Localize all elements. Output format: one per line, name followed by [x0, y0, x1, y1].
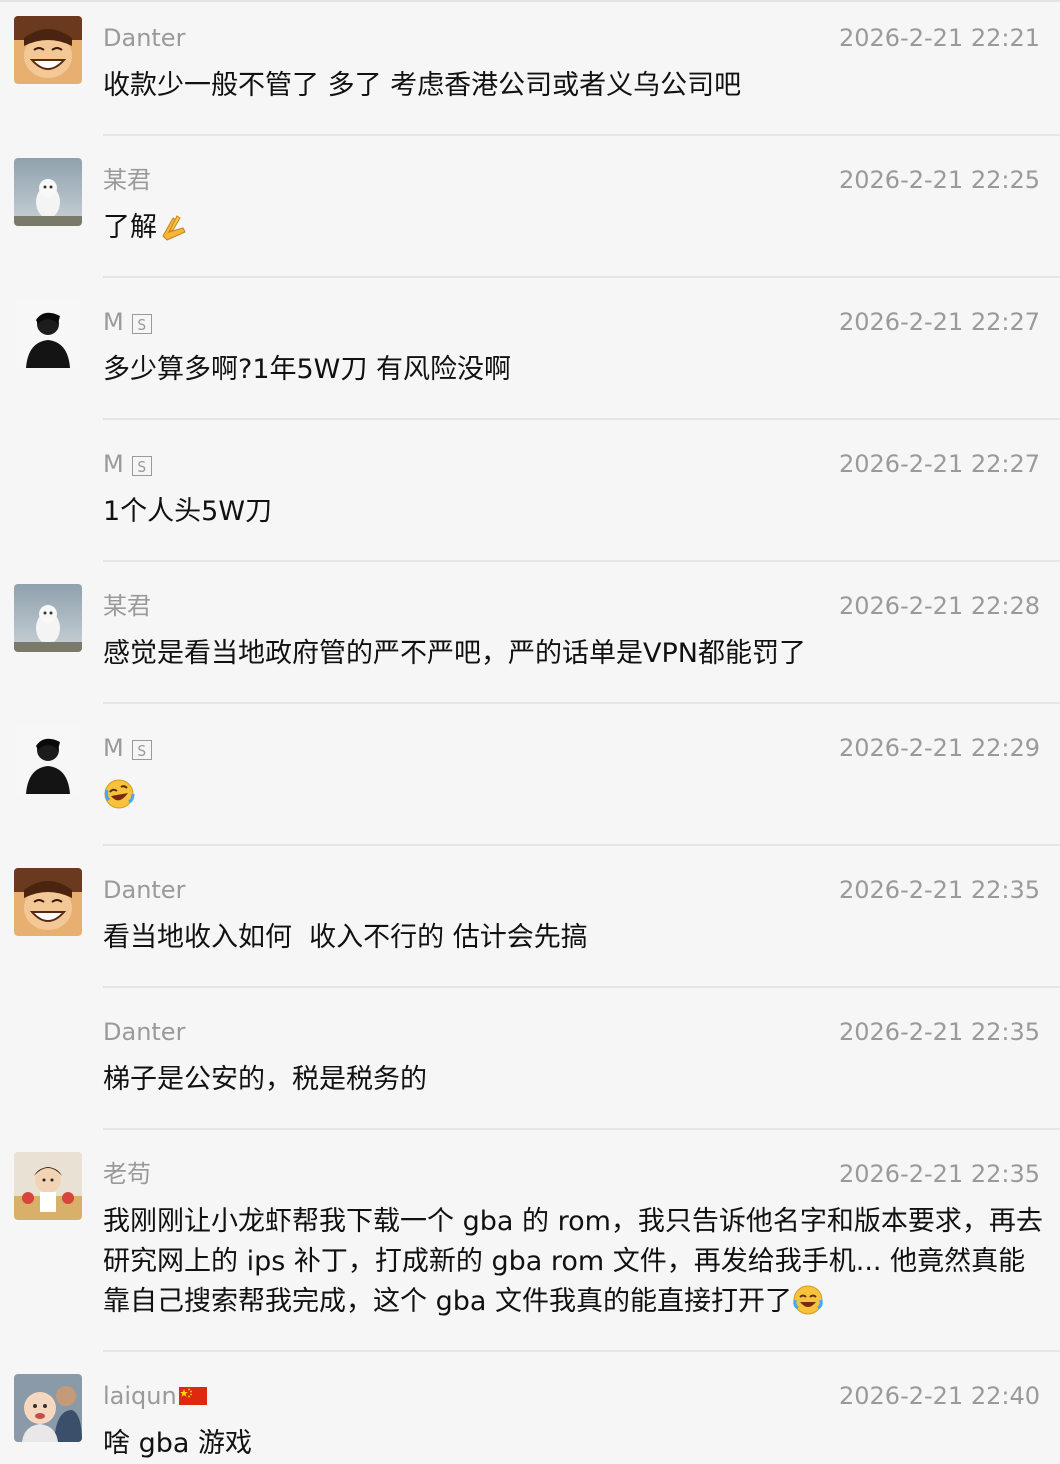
verified-badge: S: [131, 314, 152, 334]
verified-badge: S: [131, 456, 152, 476]
message-text: 1个人头5W刀: [103, 496, 273, 527]
divider: [103, 418, 1060, 420]
china-flag-icon: [178, 1387, 207, 1405]
rofl-emoji: [104, 779, 135, 809]
timestamp: 2026-2-21 22:25: [839, 166, 1040, 194]
message-text: 看当地收入如何 收入不行的 估计会先搞: [103, 922, 588, 953]
sender-name[interactable]: 某君: [103, 590, 151, 622]
child-avatar[interactable]: [14, 1152, 82, 1220]
message-text: 我刚刚让小龙虾帮我下载一个 gba 的 rom，我只告诉他名字和版本要求，再去研…: [103, 1206, 1043, 1317]
sender-name[interactable]: 老苟: [103, 1158, 151, 1190]
baby-avatar[interactable]: [14, 1374, 82, 1442]
divider: [103, 1128, 1060, 1130]
divider: [103, 1350, 1060, 1352]
divider: [103, 276, 1060, 278]
divider: [103, 702, 1060, 704]
sender-name[interactable]: MS: [103, 448, 152, 480]
owl-avatar[interactable]: [14, 584, 82, 652]
divider: [103, 986, 1060, 988]
sender-name[interactable]: Danter: [103, 22, 185, 54]
message-text: 梯子是公安的，税是税务的: [103, 1064, 427, 1095]
timestamp: 2026-2-21 22:27: [839, 308, 1040, 336]
silhouette-avatar[interactable]: [14, 726, 82, 794]
message-text: [103, 776, 1048, 816]
timestamp: 2026-2-21 22:35: [839, 876, 1040, 904]
message-text: 啥 gba 游戏: [103, 1428, 252, 1459]
timestamp: 2026-2-21 22:35: [839, 1160, 1040, 1188]
message-text: 感觉是看当地政府管的严不严吧，严的话单是VPN都能罚了: [103, 638, 806, 669]
owl-avatar[interactable]: [14, 158, 82, 226]
sender-name[interactable]: MS: [103, 732, 152, 764]
message-text: 收款少一般不管了 多了 考虑香港公司或者义乌公司吧: [103, 70, 742, 101]
message-text: 了解: [103, 208, 1048, 248]
chat-history: Danter 2026-2-21 22:21 收款少一般不管了 多了 考虑香港公…: [0, 0, 1060, 1464]
anime-avatar[interactable]: [14, 868, 82, 936]
sender-name[interactable]: MS: [103, 306, 152, 338]
joy-emoji: [793, 1285, 823, 1315]
sender-name[interactable]: Danter: [103, 874, 185, 906]
divider: [103, 844, 1060, 846]
timestamp: 2026-2-21 22:40: [839, 1382, 1040, 1410]
sender-name[interactable]: 某君: [103, 164, 151, 196]
divider: [103, 560, 1060, 562]
timestamp: 2026-2-21 22:35: [839, 1018, 1040, 1046]
sender-name[interactable]: laiqun: [103, 1380, 207, 1412]
message-text: 多少算多啊?1年5W刀 有风险没啊: [103, 354, 511, 385]
verified-badge: S: [131, 740, 152, 760]
sender-name[interactable]: Danter: [103, 1016, 185, 1048]
timestamp: 2026-2-21 22:29: [839, 734, 1040, 762]
divider: [103, 134, 1060, 136]
pray-emoji: [162, 215, 186, 241]
timestamp: 2026-2-21 22:28: [839, 592, 1040, 620]
timestamp: 2026-2-21 22:21: [839, 24, 1040, 52]
silhouette-avatar[interactable]: [14, 300, 82, 368]
anime-avatar[interactable]: [14, 16, 82, 84]
timestamp: 2026-2-21 22:27: [839, 450, 1040, 478]
